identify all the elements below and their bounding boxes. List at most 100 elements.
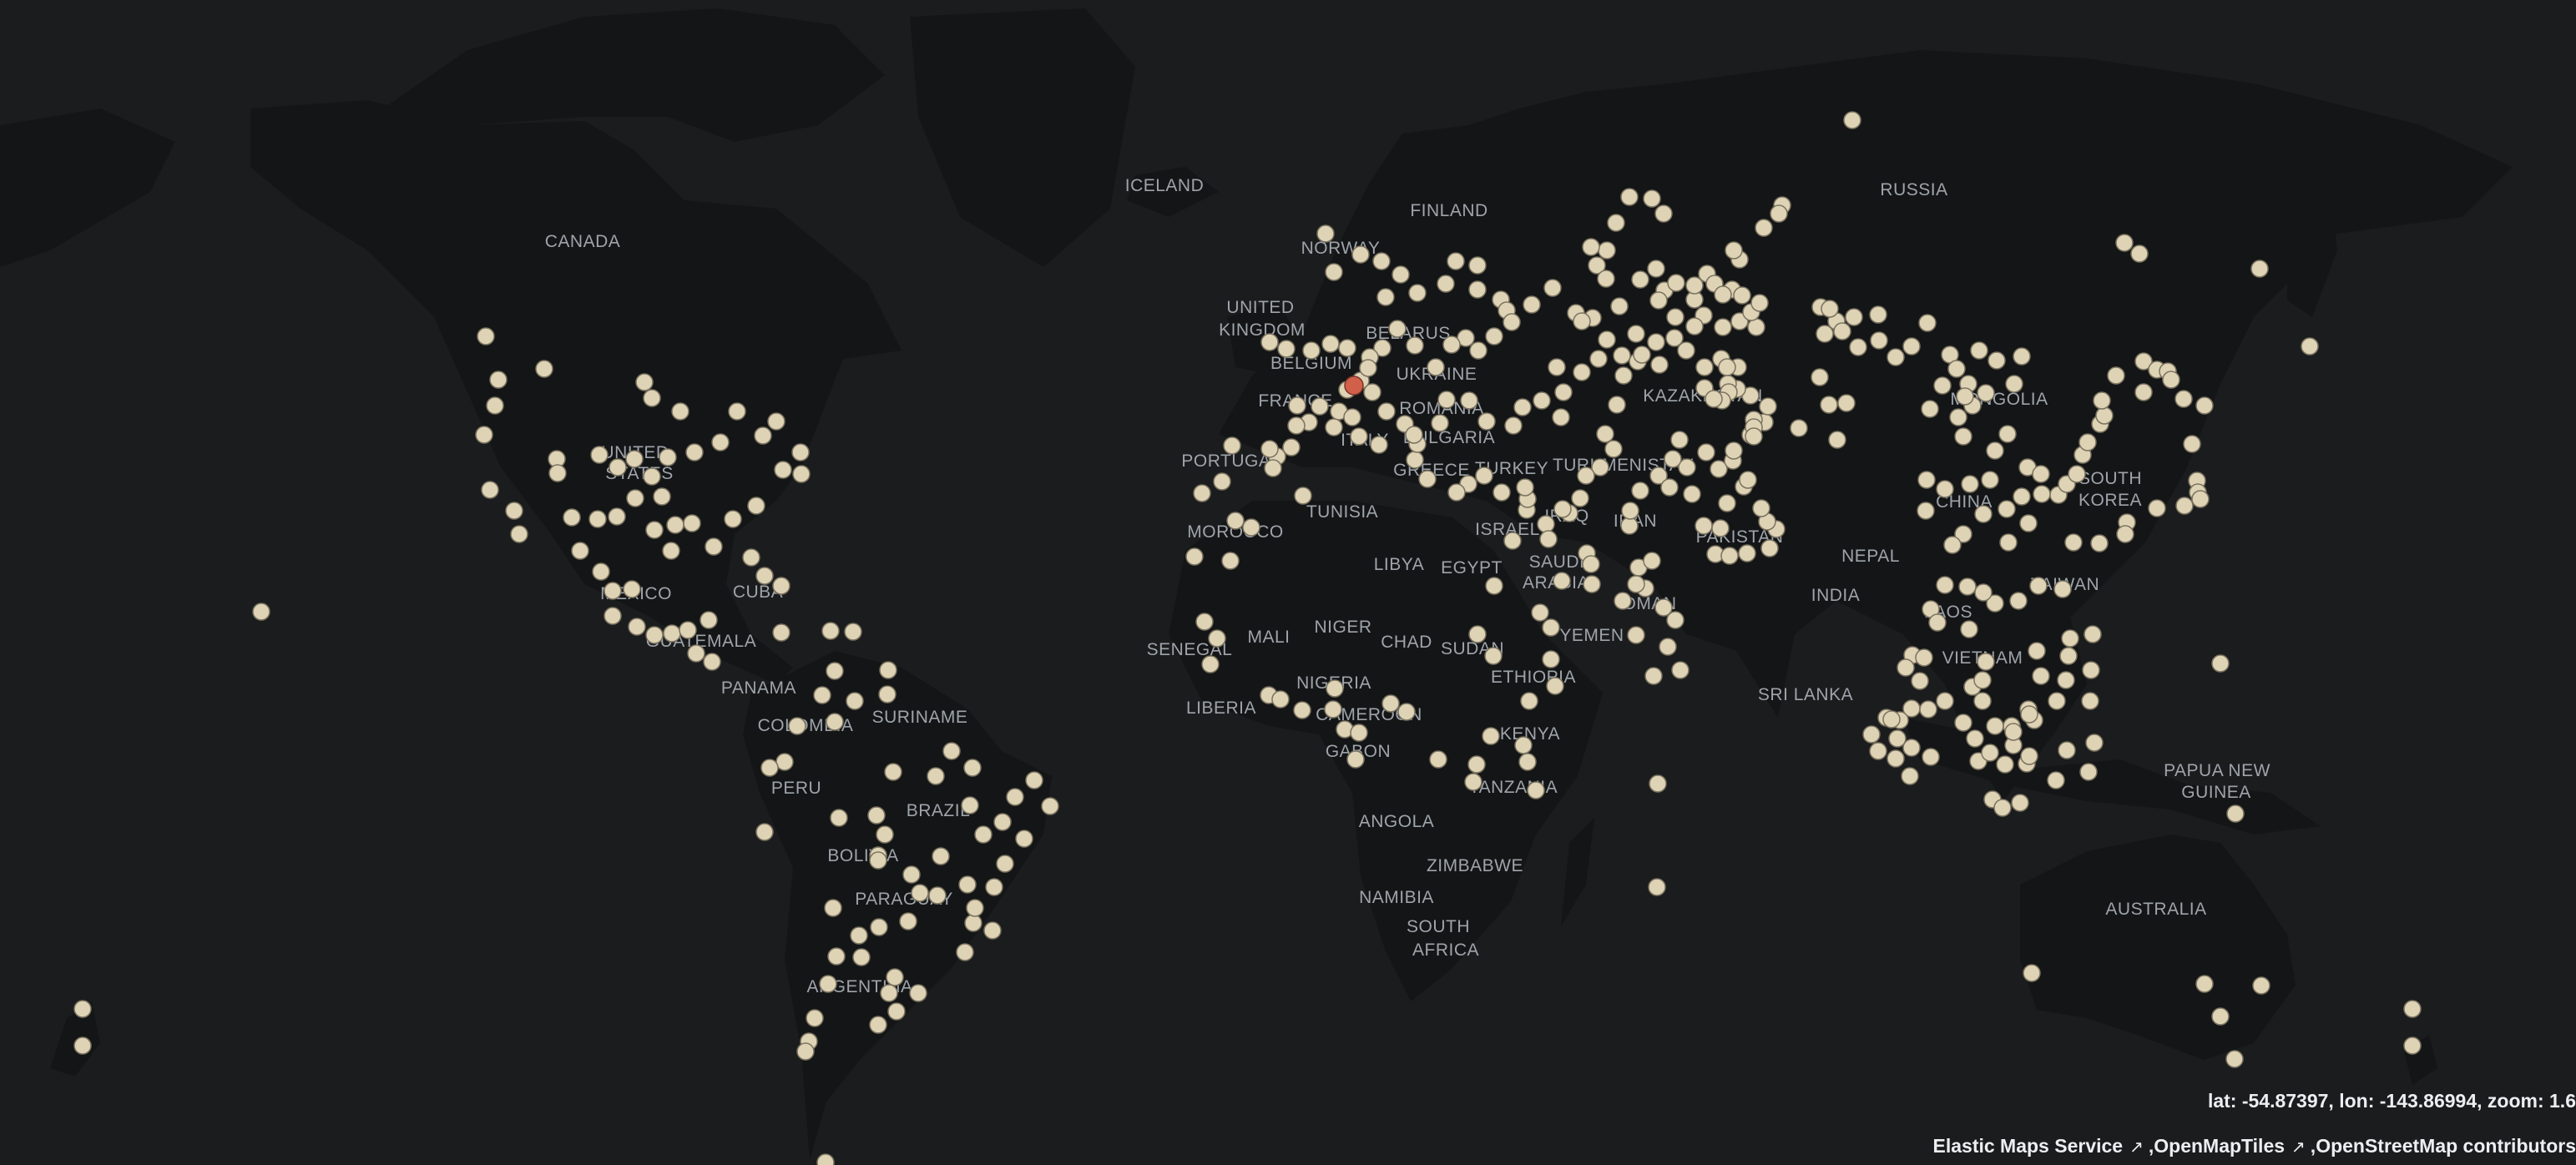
map-point[interactable]: [788, 717, 806, 735]
map-point[interactable]: [1949, 408, 1967, 426]
map-point[interactable]: [1961, 475, 1979, 493]
map-point[interactable]: [1213, 472, 1231, 491]
map-point[interactable]: [1610, 297, 1629, 315]
map-point[interactable]: [2095, 406, 2114, 425]
map-point[interactable]: [2033, 485, 2051, 503]
map-point[interactable]: [1888, 729, 1907, 748]
map-point[interactable]: [2107, 366, 2125, 385]
map-point[interactable]: [1408, 284, 1427, 302]
map-point[interactable]: [1325, 263, 1343, 281]
map-point[interactable]: [1277, 340, 1296, 358]
map-point[interactable]: [911, 884, 929, 902]
map-point[interactable]: [1326, 679, 1344, 698]
map-point[interactable]: [1902, 739, 1921, 757]
map-point[interactable]: [645, 521, 664, 539]
map-point[interactable]: [1597, 270, 1615, 288]
map-point[interactable]: [1464, 773, 1482, 791]
map-point[interactable]: [671, 402, 689, 421]
map-point[interactable]: [1993, 799, 2012, 817]
map-point[interactable]: [1469, 341, 1488, 360]
map-point[interactable]: [1271, 690, 1290, 709]
map-point[interactable]: [2211, 1007, 2230, 1026]
map-point[interactable]: [1573, 363, 1591, 381]
map-point[interactable]: [1539, 530, 1558, 548]
map-point[interactable]: [1849, 338, 1867, 356]
map-point[interactable]: [1988, 351, 2006, 370]
map-point[interactable]: [1442, 335, 1461, 354]
map-point[interactable]: [643, 467, 661, 486]
map-point[interactable]: [1553, 500, 1572, 518]
map-point[interactable]: [1006, 788, 1024, 806]
map-point[interactable]: [2084, 625, 2102, 643]
map-point[interactable]: [2090, 534, 2109, 552]
map-point[interactable]: [635, 373, 654, 391]
map-point[interactable]: [687, 644, 705, 663]
map-point[interactable]: [1660, 478, 1679, 497]
map-point[interactable]: [887, 1002, 906, 1021]
map-point[interactable]: [1531, 603, 1549, 622]
map-point[interactable]: [1604, 440, 1623, 458]
map-point[interactable]: [2403, 1000, 2422, 1018]
map-point[interactable]: [1671, 661, 1690, 679]
map-point[interactable]: [1282, 438, 1301, 456]
map-point[interactable]: [1648, 878, 1666, 896]
map-point[interactable]: [1316, 224, 1335, 243]
map-point[interactable]: [1260, 333, 1279, 351]
map-point[interactable]: [2019, 514, 2038, 532]
map-point[interactable]: [2058, 741, 2076, 759]
map-point[interactable]: [1513, 398, 1532, 416]
map-point[interactable]: [1739, 471, 1757, 489]
map-point[interactable]: [775, 753, 794, 771]
map-point[interactable]: [252, 603, 270, 621]
map-point[interactable]: [2174, 390, 2193, 408]
map-point[interactable]: [1321, 335, 1340, 353]
map-point[interactable]: [1974, 505, 1993, 523]
map-point[interactable]: [974, 825, 993, 844]
map-point[interactable]: [1954, 714, 1972, 732]
map-point[interactable]: [1346, 750, 1365, 769]
map-point[interactable]: [755, 823, 774, 841]
map-point[interactable]: [1201, 655, 1220, 673]
map-point[interactable]: [1973, 671, 1992, 689]
map-point[interactable]: [1973, 692, 1992, 710]
map-point[interactable]: [1485, 577, 1503, 595]
map-point[interactable]: [1970, 341, 1988, 360]
map-point[interactable]: [73, 1036, 92, 1055]
map-point[interactable]: [1503, 313, 1521, 331]
map-point[interactable]: [1468, 280, 1487, 299]
map-point[interactable]: [846, 692, 864, 710]
map-point[interactable]: [1911, 672, 1929, 690]
map-point[interactable]: [1958, 577, 1977, 596]
map-point[interactable]: [2225, 1050, 2244, 1068]
map-point[interactable]: [2403, 1036, 2422, 1055]
map-point[interactable]: [2115, 234, 2134, 252]
map-point[interactable]: [1381, 694, 1400, 713]
map-point[interactable]: [1015, 830, 1033, 848]
map-point[interactable]: [1223, 436, 1241, 455]
map-point[interactable]: [2211, 654, 2230, 673]
map-point[interactable]: [2252, 976, 2270, 995]
map-point[interactable]: [1546, 677, 1564, 695]
map-point[interactable]: [1582, 238, 1600, 256]
map-point[interactable]: [791, 443, 810, 461]
map-point[interactable]: [2059, 647, 2078, 665]
map-point[interactable]: [1683, 485, 1701, 503]
map-point[interactable]: [1582, 555, 1600, 573]
map-point[interactable]: [742, 548, 760, 567]
map-point[interactable]: [703, 653, 721, 671]
map-point[interactable]: [1351, 245, 1370, 264]
map-point[interactable]: [1917, 502, 1935, 520]
map-point[interactable]: [1897, 658, 1915, 677]
map-point[interactable]: [1738, 544, 1756, 562]
map-canvas[interactable]: ICELANDFINLANDRUSSIANORWAYCANADAUNITEDKI…: [0, 0, 2576, 1165]
openmaptiles-link[interactable]: OpenMapTiles: [2154, 1135, 2285, 1157]
map-point[interactable]: [1664, 450, 1682, 468]
map-point[interactable]: [1548, 358, 1566, 376]
map-point[interactable]: [830, 809, 848, 827]
map-point[interactable]: [2250, 260, 2269, 278]
map-point[interactable]: [767, 412, 785, 431]
map-point[interactable]: [1977, 653, 1995, 671]
map-point[interactable]: [1936, 692, 1954, 710]
map-point[interactable]: [1998, 425, 2017, 443]
map-point[interactable]: [879, 661, 897, 679]
